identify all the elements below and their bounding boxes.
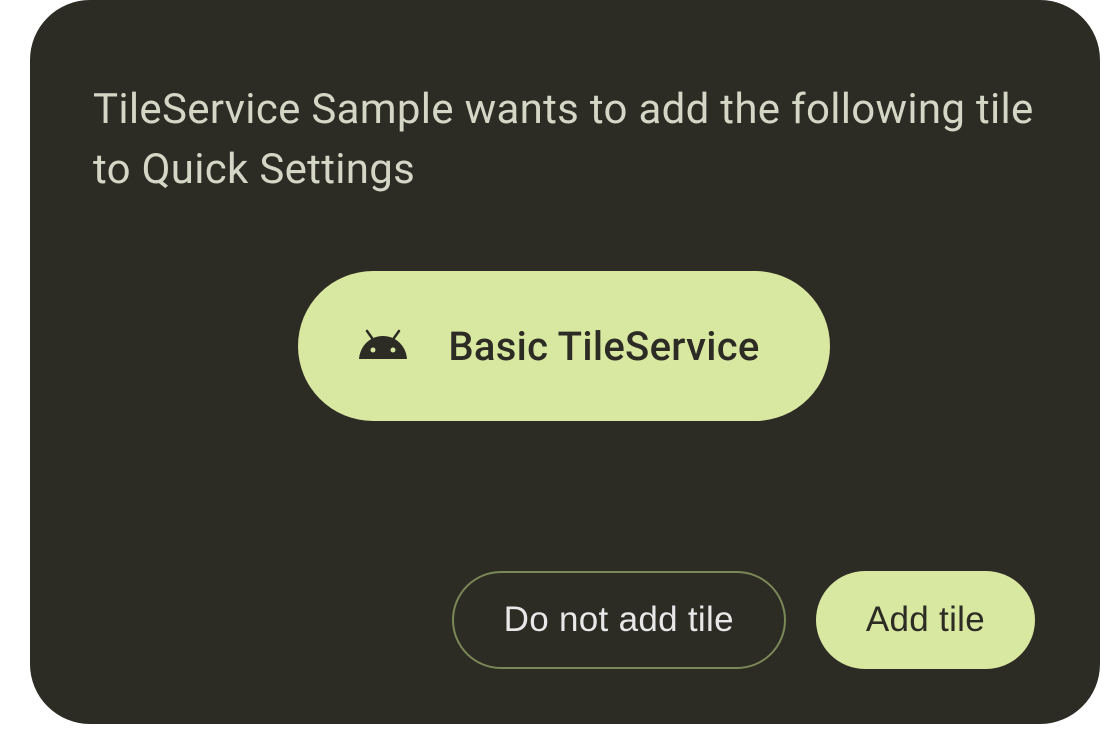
dialog-button-row: Do not add tile Add tile: [93, 571, 1035, 669]
decline-button[interactable]: Do not add tile: [452, 571, 786, 669]
tile-preview-container: Basic TileService: [93, 271, 1035, 421]
accept-button[interactable]: Add tile: [816, 571, 1035, 669]
add-tile-dialog: TileService Sample wants to add the foll…: [30, 0, 1100, 724]
dialog-title: TileService Sample wants to add the foll…: [93, 80, 1035, 199]
android-icon: [358, 321, 408, 371]
tile-label: Basic TileService: [448, 323, 759, 370]
tile-preview: Basic TileService: [298, 271, 829, 421]
